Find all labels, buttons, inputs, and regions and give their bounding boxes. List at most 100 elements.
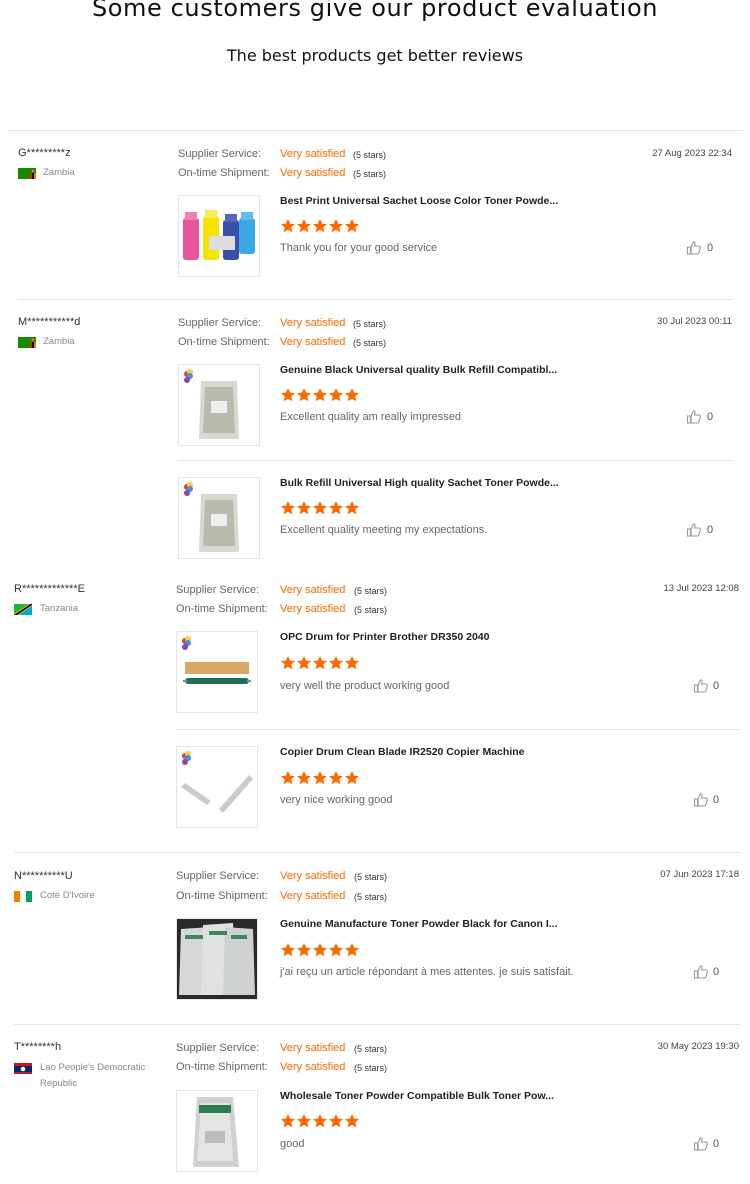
thumbs-up-icon[interactable] bbox=[693, 964, 709, 980]
supplier-service-label: Supplier Service: bbox=[176, 1042, 260, 1054]
supplier-service-label: Supplier Service: bbox=[176, 584, 260, 596]
shipment-value: Very satisfied bbox=[280, 1061, 346, 1073]
star-icon bbox=[313, 943, 327, 957]
star-icon bbox=[345, 943, 359, 957]
product-image[interactable] bbox=[178, 195, 260, 277]
review-comment: very well the product working good bbox=[280, 680, 450, 692]
product-image[interactable] bbox=[176, 1090, 258, 1172]
product-title-link[interactable]: Best Print Universal Sachet Loose Color … bbox=[280, 195, 558, 207]
product-title-link[interactable]: OPC Drum for Printer Brother DR350 2040 bbox=[280, 631, 489, 643]
star-icon bbox=[297, 1114, 311, 1128]
thumbs-up-icon[interactable] bbox=[693, 792, 709, 808]
thumbs-up-icon[interactable] bbox=[686, 240, 702, 256]
shipment-stars: (5 stars) bbox=[354, 1063, 388, 1073]
star-icon bbox=[297, 771, 311, 785]
supplier-service-value: Very satisfied bbox=[280, 148, 346, 160]
review-date: 13 Jul 2023 12:08 bbox=[663, 583, 739, 594]
thumbs-up-icon[interactable] bbox=[686, 409, 702, 425]
star-icon bbox=[313, 501, 327, 515]
star-icon bbox=[313, 771, 327, 785]
flag-icon-zambia bbox=[18, 336, 36, 348]
star-icon bbox=[329, 1114, 343, 1128]
star-icon bbox=[281, 943, 295, 957]
product-image[interactable] bbox=[176, 746, 258, 828]
like-count: 0 bbox=[707, 242, 714, 254]
product-image[interactable] bbox=[178, 477, 260, 559]
shipment-stars: (5 stars) bbox=[353, 338, 387, 348]
like-count: 0 bbox=[707, 524, 714, 536]
star-icon bbox=[281, 1114, 295, 1128]
star-rating bbox=[280, 942, 364, 958]
star-icon bbox=[329, 219, 343, 233]
supplier-service-label: Supplier Service: bbox=[178, 317, 262, 329]
shipment-stars: (5 stars) bbox=[354, 892, 388, 902]
star-icon bbox=[329, 771, 343, 785]
shipment-stars: (5 stars) bbox=[353, 169, 387, 179]
star-icon bbox=[345, 501, 359, 515]
shipment-label: On-time Shipment: bbox=[176, 1061, 268, 1073]
star-rating bbox=[280, 218, 364, 234]
product-title-link[interactable]: Wholesale Toner Powder Compatible Bulk T… bbox=[280, 1090, 554, 1102]
supplier-service-stars: (5 stars) bbox=[353, 150, 387, 160]
product-title-link[interactable]: Genuine Manufacture Toner Powder Black f… bbox=[280, 918, 558, 930]
shipment-value: Very satisfied bbox=[280, 167, 346, 179]
product-title-link[interactable]: Copier Drum Clean Blade IR2520 Copier Ma… bbox=[280, 746, 524, 758]
reviewer-name: R*************E bbox=[14, 583, 85, 595]
star-icon bbox=[297, 656, 311, 670]
review-date: 30 May 2023 19:30 bbox=[657, 1041, 739, 1052]
review-date: 07 Jun 2023 17:18 bbox=[660, 869, 739, 880]
star-icon bbox=[281, 771, 295, 785]
supplier-service-label: Supplier Service: bbox=[178, 148, 262, 160]
like-count: 0 bbox=[713, 794, 720, 806]
supplier-service-value: Very satisfied bbox=[280, 317, 346, 329]
shipment-label: On-time Shipment: bbox=[178, 167, 270, 179]
reviewer-country: Zambia bbox=[43, 167, 75, 178]
star-icon bbox=[313, 656, 327, 670]
product-image[interactable] bbox=[176, 918, 258, 1000]
star-icon bbox=[313, 1114, 327, 1128]
reviewer-name: G*********z bbox=[18, 147, 71, 159]
star-icon bbox=[345, 219, 359, 233]
shipment-stars: (5 stars) bbox=[354, 605, 388, 615]
star-icon bbox=[345, 388, 359, 402]
star-icon bbox=[329, 388, 343, 402]
thumbs-up-icon[interactable] bbox=[693, 1136, 709, 1152]
star-icon bbox=[329, 501, 343, 515]
review-comment: good bbox=[280, 1138, 305, 1150]
supplier-service-stars: (5 stars) bbox=[353, 319, 387, 329]
reviewer-name: N**********U bbox=[14, 870, 73, 882]
reviewer-country: Tanzania bbox=[40, 603, 79, 614]
page-title: Some customers give our product evaluati… bbox=[91, 0, 659, 22]
review-date: 30 Jul 2023 00:11 bbox=[657, 316, 732, 327]
product-title-link[interactable]: Genuine Black Universal quality Bulk Ref… bbox=[280, 364, 557, 376]
page-subtitle: The best products get better reviews bbox=[226, 46, 524, 65]
reviewer-name: T********h bbox=[14, 1041, 62, 1053]
supplier-service-value: Very satisfied bbox=[280, 1042, 346, 1054]
product-image[interactable] bbox=[178, 364, 260, 446]
star-icon bbox=[297, 219, 311, 233]
star-rating bbox=[280, 387, 364, 403]
supplier-service-stars: (5 stars) bbox=[354, 586, 388, 596]
thumbs-up-icon[interactable] bbox=[686, 522, 702, 538]
shipment-label: On-time Shipment: bbox=[176, 890, 268, 902]
review-comment: Excellent quality am really impressed bbox=[280, 411, 461, 423]
product-title-link[interactable]: Bulk Refill Universal High quality Sache… bbox=[280, 477, 559, 489]
star-icon bbox=[329, 656, 343, 670]
star-icon bbox=[313, 219, 327, 233]
reviewer-country: Lao People's Democratic Republic bbox=[40, 1062, 146, 1089]
thumbs-up-icon[interactable] bbox=[693, 678, 709, 694]
supplier-service-stars: (5 stars) bbox=[354, 872, 388, 882]
star-icon bbox=[297, 388, 311, 402]
star-icon bbox=[297, 943, 311, 957]
star-icon bbox=[345, 1114, 359, 1128]
product-divider bbox=[176, 729, 740, 730]
shipment-value: Very satisfied bbox=[280, 336, 346, 348]
review-separator bbox=[14, 1024, 740, 1025]
review-separator bbox=[14, 852, 740, 853]
review-comment: very nice working good bbox=[280, 794, 393, 806]
top-divider bbox=[8, 130, 743, 131]
product-image[interactable] bbox=[176, 631, 258, 713]
supplier-service-label: Supplier Service: bbox=[176, 870, 260, 882]
star-rating bbox=[280, 1113, 364, 1129]
star-rating bbox=[280, 500, 364, 516]
